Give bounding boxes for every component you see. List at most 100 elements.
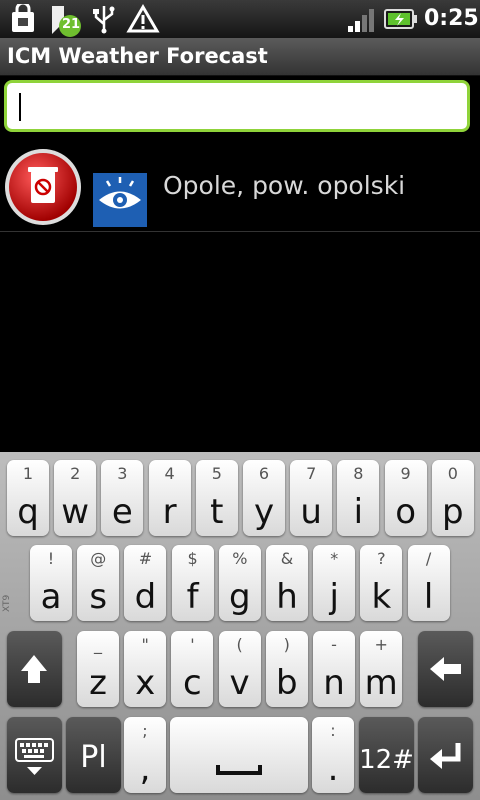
delete-icon[interactable] <box>3 147 83 227</box>
key-label: d <box>134 577 157 617</box>
key-n[interactable]: -n <box>313 631 355 707</box>
view-icon[interactable] <box>93 173 147 227</box>
usb-icon <box>93 6 115 34</box>
key-label: g <box>229 577 251 617</box>
key-t[interactable]: 5t <box>195 460 238 536</box>
notification-icon: 21 <box>48 4 88 38</box>
bag-icon <box>12 4 34 32</box>
key-o[interactable]: 9o <box>384 460 427 536</box>
list-item[interactable]: Opole, pow. opolski <box>0 145 480 232</box>
key-label: u <box>300 492 322 532</box>
key-comma[interactable]: ;, <box>124 717 166 793</box>
key-secondary-label: 0 <box>447 464 458 483</box>
key-label: o <box>395 492 416 532</box>
key-label: Pl <box>80 740 107 775</box>
battery-icon <box>384 9 417 29</box>
key-x[interactable]: " x <box>124 631 167 707</box>
status-time: 0:25 <box>424 6 479 31</box>
key-g[interactable]: % g <box>218 545 261 621</box>
key-r[interactable]: 4r <box>148 460 191 536</box>
key-label: z <box>89 663 107 703</box>
key-secondary-label: 6 <box>258 464 270 483</box>
key-secondary-label: 9 <box>400 464 411 483</box>
key-b[interactable]: ) b <box>265 631 308 707</box>
space-key[interactable] <box>170 717 308 793</box>
key-h[interactable]: & h <box>266 545 308 621</box>
key-secondary-label: : <box>330 721 336 740</box>
key-label: f <box>186 577 199 617</box>
key-label: n <box>323 663 345 703</box>
key-w[interactable]: 2w <box>54 460 97 536</box>
key-y[interactable]: 6y <box>243 460 285 536</box>
notification-badge: 21 <box>61 17 81 32</box>
key-secondary-label: ( <box>236 635 243 654</box>
key-c[interactable]: ' c <box>171 631 214 707</box>
key-v[interactable]: (v <box>218 631 261 707</box>
key-secondary-label: _ <box>94 635 102 654</box>
key-secondary-label: + <box>374 635 388 654</box>
status-bar: 21 0:25 <box>0 0 480 38</box>
key-label: s <box>89 577 108 617</box>
shift-icon <box>21 655 47 683</box>
signal-icon <box>348 9 374 32</box>
key-l[interactable]: / l <box>407 545 450 621</box>
key-secondary-label: / <box>425 549 432 568</box>
key-secondary-label: & <box>280 549 294 568</box>
key-label: e <box>111 492 133 532</box>
key-label: m <box>364 663 398 703</box>
key-secondary-label: ? <box>377 549 386 568</box>
key-label: h <box>276 577 298 617</box>
key-s[interactable]: @ s <box>77 545 120 621</box>
key-label: t <box>210 492 224 532</box>
key-label: w <box>61 492 90 532</box>
key-m[interactable]: + m <box>360 631 403 707</box>
key-p[interactable]: 0p <box>431 460 474 536</box>
soft-keyboard: 1 q 2 w 3 e 4 r 5 t 6 y 7 u 8 i 9 o 0 p! a @ s # d $ f% g & h * j? k / l _ z… <box>0 452 480 800</box>
key-label: a <box>40 577 62 617</box>
shift-key[interactable] <box>7 631 62 707</box>
search-input[interactable] <box>4 80 470 132</box>
key-d[interactable]: # d <box>124 545 167 621</box>
keyboard-hide-key[interactable] <box>7 717 62 793</box>
key-k[interactable]: ? k <box>360 545 403 621</box>
key-label: , <box>139 749 151 789</box>
warning-icon <box>126 4 160 33</box>
key-label: j <box>329 577 339 617</box>
app-title-bar: ICM Weather Forecast <box>0 38 480 76</box>
key-secondary-label: 3 <box>117 464 128 483</box>
enter-icon <box>430 743 461 769</box>
app-title: ICM Weather Forecast <box>7 44 268 68</box>
key-label: q <box>17 492 39 532</box>
key-secondary-label: 1 <box>22 464 34 483</box>
key-label: x <box>135 663 156 703</box>
key-u[interactable]: 7u <box>290 460 333 536</box>
key-secondary-label: 2 <box>70 464 81 483</box>
language-key[interactable]: Pl <box>66 717 121 793</box>
key-secondary-label: 7 <box>306 464 317 483</box>
key-z[interactable]: _ z <box>77 631 119 707</box>
key-secondary-label: @ <box>90 549 107 568</box>
key-label: 12# <box>359 745 414 775</box>
key-q[interactable]: 1q <box>7 460 49 536</box>
backspace-key[interactable] <box>418 631 473 707</box>
key-a[interactable]: ! a <box>30 545 72 621</box>
text-cursor <box>19 93 21 121</box>
key-secondary-label: 5 <box>211 464 222 483</box>
key-label: r <box>162 492 177 532</box>
key-label: . <box>327 749 339 789</box>
key-e[interactable]: 3e <box>101 460 144 536</box>
key-secondary-label: # <box>138 549 153 568</box>
key-label: k <box>371 577 392 617</box>
key-period[interactable]: :. <box>312 717 354 793</box>
key-secondary-label: * <box>330 549 339 568</box>
symbols-key[interactable]: 12# <box>359 717 414 793</box>
key-secondary-label: " <box>141 635 149 654</box>
key-f[interactable]: $ f <box>171 545 214 621</box>
key-secondary-label: $ <box>187 549 198 568</box>
key-secondary-label: ) <box>283 635 290 654</box>
enter-key[interactable] <box>418 717 473 793</box>
location-label: Opole, pow. opolski <box>163 171 406 200</box>
key-j[interactable]: * j <box>313 545 356 621</box>
keyboard-icon <box>15 738 54 775</box>
key-i[interactable]: 8i <box>337 460 380 536</box>
